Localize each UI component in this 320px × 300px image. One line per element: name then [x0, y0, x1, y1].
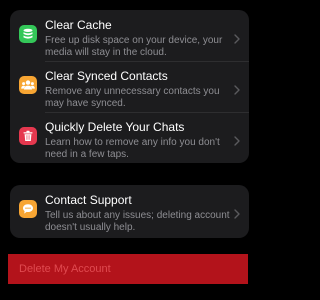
clear-synced-contacts-subtitle: Remove any unnecessary contacts you may …	[45, 86, 220, 109]
clear-cache-subtitle: Free up disk space on your device, your …	[45, 35, 223, 58]
database-icon	[19, 25, 37, 43]
chat-bubble-icon	[19, 200, 37, 218]
clear-cache-title: Clear Cache	[45, 18, 112, 32]
divider	[45, 61, 249, 62]
trash-icon	[19, 127, 37, 145]
clear-synced-contacts-title: Clear Synced Contacts	[45, 69, 168, 83]
delete-account-label: Delete My Account	[19, 263, 111, 275]
delete-account-button[interactable]: Delete My Account	[8, 254, 248, 284]
chevron-right-icon	[234, 133, 240, 151]
contact-support-title: Contact Support	[45, 193, 132, 207]
contacts-icon	[19, 76, 37, 94]
data-settings-group: Clear Cache Free up disk space on your d…	[10, 10, 249, 163]
contact-support-subtitle: Tell us about any issues; deleting accou…	[45, 210, 230, 233]
chevron-right-icon	[234, 31, 240, 49]
quickly-delete-chats-subtitle: Learn how to remove any info you don't n…	[45, 137, 220, 160]
quickly-delete-chats-title: Quickly Delete Your Chats	[45, 120, 185, 134]
quickly-delete-chats-row[interactable]: Quickly Delete Your Chats Learn how to r…	[10, 114, 249, 163]
contact-support-row[interactable]: Contact Support Tell us about any issues…	[10, 187, 249, 237]
support-group: Contact Support Tell us about any issues…	[10, 185, 249, 238]
clear-synced-contacts-row[interactable]: Clear Synced Contacts Remove any unneces…	[10, 63, 249, 113]
divider	[45, 112, 249, 113]
clear-cache-row[interactable]: Clear Cache Free up disk space on your d…	[10, 12, 249, 62]
chevron-right-icon	[234, 82, 240, 100]
chevron-right-icon	[234, 206, 240, 224]
